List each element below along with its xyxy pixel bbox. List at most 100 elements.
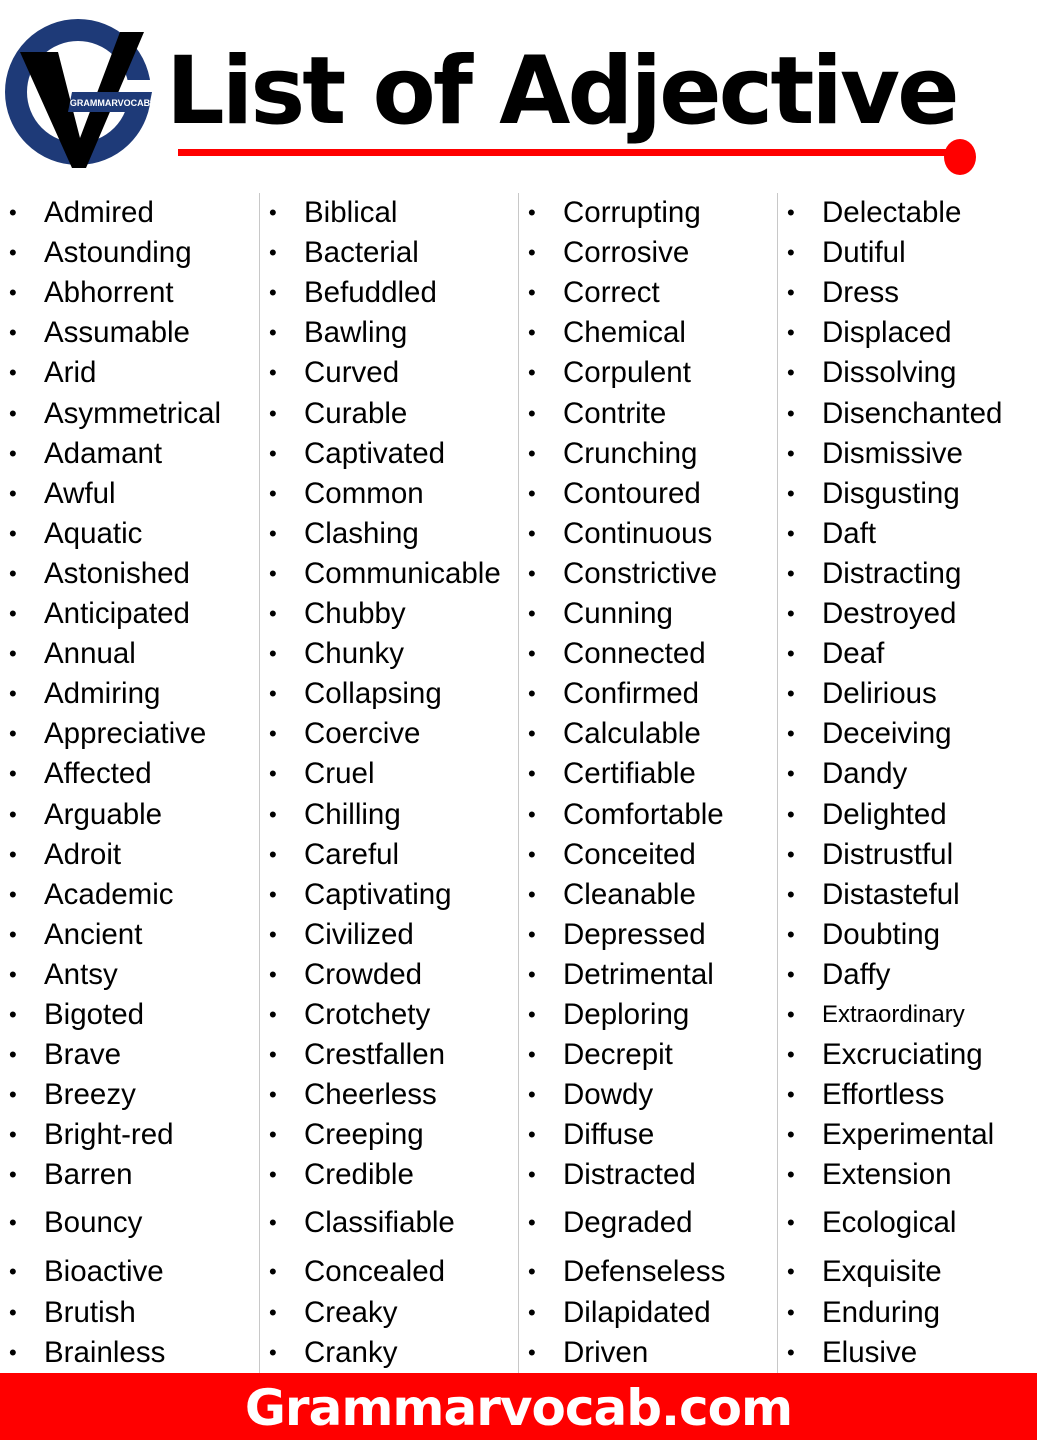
adjective-word: Bioactive: [44, 1255, 164, 1289]
list-item: • Disenchanted: [778, 394, 1037, 434]
adjective-word: Communicable: [304, 556, 501, 590]
bullet-icon: •: [9, 761, 17, 787]
adjective-word: Clashing: [304, 516, 419, 550]
list-item: • Enduring: [778, 1293, 1037, 1333]
bullet-icon: •: [269, 560, 277, 586]
list-item: • Experimental: [778, 1115, 1037, 1155]
list-item: • Breezy: [0, 1075, 259, 1115]
adjective-word: Certifiable: [563, 757, 696, 791]
bullet-icon: •: [787, 560, 795, 586]
list-item: • Destroyed: [778, 594, 1037, 634]
adjective-word: Creeping: [304, 1118, 424, 1152]
bullet-icon: •: [269, 440, 277, 466]
adjective-word: Corpulent: [563, 356, 691, 390]
bullet-icon: •: [269, 1002, 277, 1027]
list-item: • Continuous: [519, 514, 778, 554]
bullet-icon: •: [9, 641, 17, 667]
list-item: • Cleanable: [519, 875, 778, 915]
bullet-icon: •: [269, 1162, 277, 1188]
adjective-word: Deploring: [563, 998, 690, 1031]
adjective-word: Depressed: [563, 917, 706, 951]
adjective-word: Enduring: [822, 1295, 941, 1329]
bullet-icon: •: [787, 681, 795, 707]
bullet-icon: •: [9, 801, 17, 827]
adjective-columns: • Admired • Astounding • Abhorrent • Assumable •…: [0, 193, 1037, 1373]
list-item: • Antsy: [0, 955, 259, 995]
bullet-icon: •: [528, 1210, 536, 1236]
adjective-word: Disgusting: [822, 476, 960, 510]
list-item: • Astounding: [0, 233, 259, 273]
adjective-word: Destroyed: [822, 597, 957, 630]
adjective-word: Arguable: [44, 797, 163, 831]
adjective-word: Civilized: [304, 917, 414, 951]
adjective-word: Driven: [563, 1335, 649, 1369]
bullet-icon: •: [528, 601, 536, 626]
adjective-word: Distasteful: [822, 877, 960, 911]
adjective-word: Bright-red: [44, 1118, 174, 1152]
list-item: • Dowdy: [519, 1075, 778, 1115]
bullet-icon: •: [787, 320, 795, 346]
adjective-word: Astounding: [44, 236, 192, 270]
list-item: • Conceited: [519, 835, 778, 875]
bullet-icon: •: [787, 440, 795, 466]
list-item: • Dutiful: [778, 233, 1037, 273]
list-item: • Delighted: [778, 795, 1037, 835]
bullet-icon: •: [528, 841, 536, 867]
logo-text: GRAMMARVOCAB: [70, 98, 151, 108]
adjective-word: Cruel: [304, 757, 375, 791]
list-item: • Credible: [260, 1155, 519, 1195]
list-item: • Excruciating: [778, 1035, 1037, 1075]
list-item: • Cheerless: [260, 1075, 519, 1115]
adjective-word: Crestfallen: [304, 1038, 446, 1072]
list-item: • Asymmetrical: [0, 394, 259, 434]
list-item: • Corrosive: [519, 233, 778, 273]
list-item: • Contoured: [519, 474, 778, 514]
adjective-word: Captivated: [304, 436, 446, 470]
bullet-icon: •: [9, 520, 17, 546]
adjective-word: Crunching: [563, 436, 698, 470]
bullet-icon: •: [269, 1259, 277, 1285]
list-item: • Chubby: [260, 594, 519, 634]
list-item: • Cunning: [519, 594, 778, 634]
list-item: • Deaf: [778, 634, 1037, 674]
list-item: • Chemical: [519, 313, 778, 353]
adjective-word: Degraded: [563, 1206, 693, 1240]
bullet-icon: •: [269, 200, 277, 225]
list-item: • Deploring: [519, 995, 778, 1035]
list-item: • Arguable: [0, 795, 259, 835]
adjective-word: Contoured: [563, 476, 701, 510]
footer-site-link[interactable]: Grammarvocab.com: [0, 1373, 1037, 1443]
list-item: • Corrupting: [519, 193, 778, 233]
bullet-icon: •: [269, 1122, 277, 1148]
bullet-icon: •: [269, 280, 277, 306]
list-item: • Coercive: [260, 714, 519, 754]
bullet-icon: •: [9, 440, 17, 466]
bullet-icon: •: [528, 400, 536, 426]
bullet-icon: •: [269, 721, 277, 747]
list-item: • Astonished: [0, 554, 259, 594]
adjective-word: Aquatic: [44, 516, 143, 550]
bullet-icon: •: [9, 560, 17, 586]
list-item: • Curable: [260, 394, 519, 434]
bullet-icon: •: [269, 921, 277, 947]
adjective-word: Doubting: [822, 917, 941, 951]
list-item: • Extraordinary: [778, 995, 1037, 1035]
list-item: • Distracting: [778, 554, 1037, 594]
list-item: • Displaced: [778, 313, 1037, 353]
list-item: • Befuddled: [260, 273, 519, 313]
adjective-word: Bigoted: [44, 998, 145, 1031]
list-item: • Collapsing: [260, 674, 519, 714]
list-item: • Aquatic: [0, 514, 259, 554]
bullet-icon: •: [269, 881, 277, 907]
bullet-icon: •: [787, 1299, 795, 1325]
bullet-icon: •: [9, 1259, 17, 1285]
bullet-icon: •: [787, 480, 795, 506]
adjective-word: Dismissive: [822, 436, 963, 470]
footer-banner: Grammarvocab.com: [0, 1373, 1037, 1440]
adjective-word: Extraordinary: [822, 1001, 965, 1028]
adjective-word: Cranky: [304, 1335, 398, 1369]
list-item: • Biblical: [260, 193, 519, 233]
header: GRAMMARVOCAB List of Adjective: [0, 0, 1037, 190]
adjective-word: Brutish: [44, 1295, 136, 1329]
bullet-icon: •: [528, 681, 536, 707]
